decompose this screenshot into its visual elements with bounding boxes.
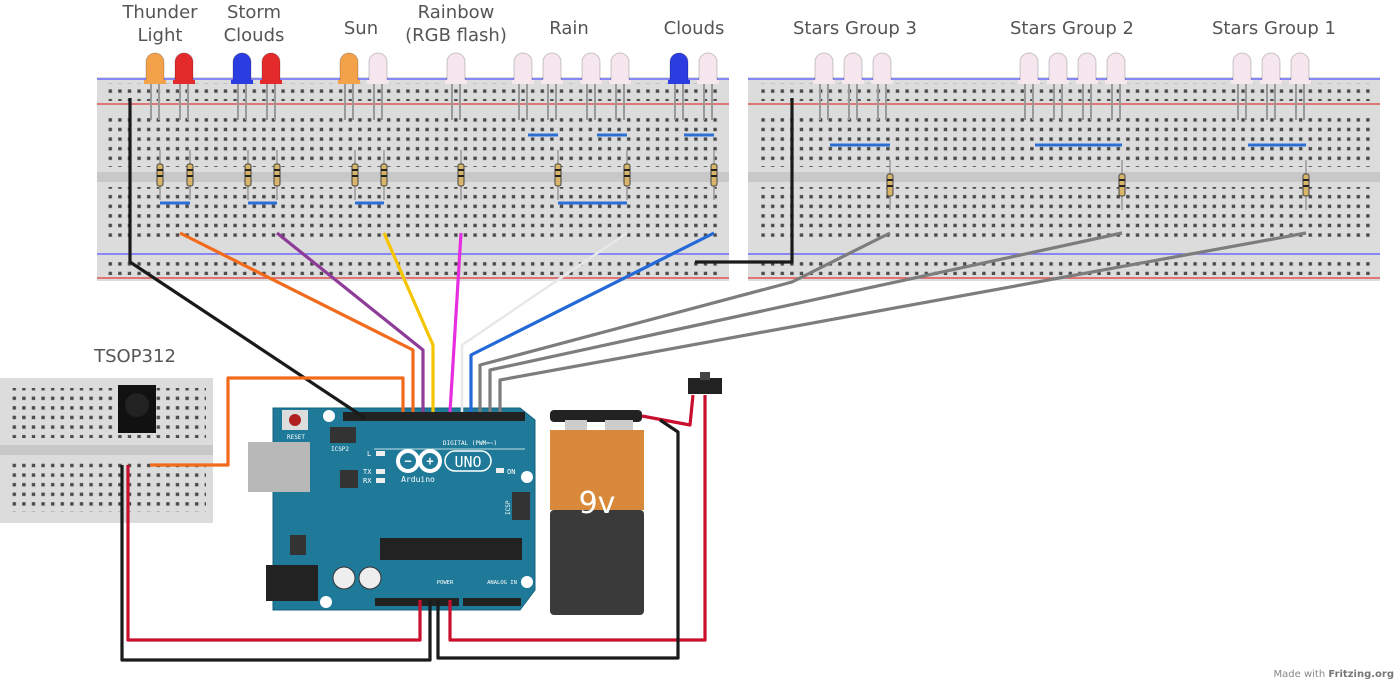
group-label: Sun <box>344 18 378 39</box>
group-label: Rainbow <box>418 2 495 23</box>
icsp2-label: ICSP2 <box>331 446 349 453</box>
wire-red[interactable] <box>641 394 695 427</box>
group-label: Clouds <box>664 18 725 39</box>
breadboard-mini <box>0 378 213 523</box>
digital-label: DIGITAL (PWM=~) <box>443 440 497 447</box>
on-label: ON <box>507 468 515 476</box>
group-label: Storm <box>227 2 281 23</box>
power-label: POWER <box>437 580 454 586</box>
digital-header <box>343 412 525 421</box>
atmega-chip <box>380 538 522 560</box>
group-label: Rain <box>549 18 589 39</box>
battery-label: 9v <box>579 486 616 521</box>
icsp-label: ICSP <box>505 500 512 515</box>
breadboard-right <box>748 77 1380 281</box>
slide-switch[interactable] <box>688 372 722 394</box>
circuit-diagram: ThunderLightStormClouds SunRainbow(RGB fl… <box>0 2 1380 662</box>
group-label: Stars Group 3 <box>793 18 917 39</box>
svg-text:−: − <box>404 454 411 468</box>
usb-port <box>248 442 310 492</box>
group-label: Stars Group 1 <box>1212 18 1336 39</box>
group-label: Thunder <box>121 2 198 23</box>
reset-label: RESET <box>287 434 305 441</box>
power-jack <box>266 565 318 601</box>
arduino-logo: Arduino <box>401 475 435 484</box>
analog-label: ANALOG IN <box>487 580 517 586</box>
rx-label: RX <box>363 477 372 485</box>
reset-button[interactable] <box>289 414 301 426</box>
arduino-uno: RESET ICSP2 DIGITAL (PWM=~) L TX RX − + … <box>248 407 536 611</box>
group-label: Clouds <box>224 25 285 46</box>
fritzing-credit: Made with Fritzing.org <box>1273 669 1394 680</box>
group-label: Stars Group 2 <box>1010 18 1134 39</box>
tx-label: TX <box>363 468 372 476</box>
sensor-label: TSOP312 <box>93 346 176 367</box>
uno-logo: UNO <box>454 453 481 471</box>
group-label: (RGB flash) <box>405 25 507 46</box>
svg-text:+: + <box>426 454 433 468</box>
led-l-label: L <box>367 450 371 458</box>
9v-battery: 9v <box>550 410 644 615</box>
group-label: Light <box>138 25 183 46</box>
